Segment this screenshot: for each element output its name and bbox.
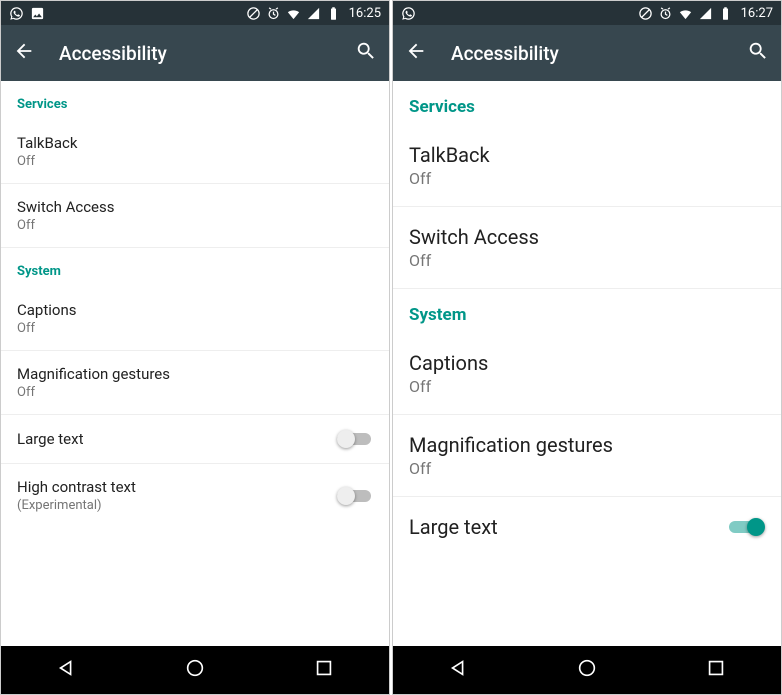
- search-icon[interactable]: [747, 40, 769, 66]
- item-captions[interactable]: Captions Off: [393, 333, 781, 415]
- item-title: Captions: [409, 351, 765, 375]
- app-bar: Accessibility: [1, 25, 389, 81]
- status-clock: 16:25: [349, 6, 381, 21]
- search-icon[interactable]: [355, 40, 377, 66]
- no-sim-icon: [246, 6, 261, 21]
- status-clock: 16:27: [741, 6, 773, 21]
- status-bar: 16:25: [1, 1, 389, 25]
- battery-icon: [326, 6, 341, 21]
- toggle-large-text[interactable]: [337, 429, 373, 449]
- nav-home-icon[interactable]: [184, 657, 206, 683]
- wifi-icon: [678, 6, 693, 21]
- image-icon: [30, 6, 45, 21]
- item-title: TalkBack: [17, 134, 373, 152]
- nav-bar: [393, 646, 781, 694]
- item-title: Switch Access: [17, 198, 373, 216]
- item-subtitle: Off: [17, 321, 373, 336]
- nav-back-icon[interactable]: [447, 657, 469, 683]
- phone-left: 16:25 Accessibility Services TalkBack Of…: [0, 0, 390, 695]
- battery-icon: [718, 6, 733, 21]
- whatsapp-icon: [401, 6, 416, 21]
- phone-right: 16:27 Accessibility Services TalkBack Of…: [392, 0, 782, 695]
- app-bar: Accessibility: [393, 25, 781, 81]
- wifi-icon: [286, 6, 301, 21]
- item-subtitle: Off: [409, 169, 765, 188]
- alarm-icon: [658, 6, 673, 21]
- toggle-high-contrast[interactable]: [337, 486, 373, 506]
- item-title: Magnification gestures: [409, 433, 765, 457]
- nav-back-icon[interactable]: [55, 657, 77, 683]
- item-high-contrast[interactable]: High contrast text (Experimental): [1, 464, 389, 527]
- item-title: Large text: [17, 430, 337, 448]
- page-title: Accessibility: [59, 42, 167, 65]
- item-talkback[interactable]: TalkBack Off: [1, 120, 389, 184]
- item-subtitle: Off: [409, 377, 765, 396]
- item-subtitle: Off: [409, 459, 765, 478]
- signal-icon: [698, 6, 713, 21]
- item-magnification[interactable]: Magnification gestures Off: [393, 415, 781, 497]
- nav-recent-icon[interactable]: [705, 657, 727, 683]
- item-magnification[interactable]: Magnification gestures Off: [1, 351, 389, 415]
- item-title: Large text: [409, 515, 729, 539]
- settings-list: Services TalkBack Off Switch Access Off …: [393, 81, 781, 646]
- settings-list: Services TalkBack Off Switch Access Off …: [1, 81, 389, 646]
- item-subtitle: (Experimental): [17, 498, 337, 513]
- section-header-services: Services: [393, 81, 781, 125]
- item-large-text[interactable]: Large text: [1, 415, 389, 464]
- toggle-large-text[interactable]: [729, 517, 765, 537]
- section-header-system: System: [1, 248, 389, 287]
- item-title: High contrast text: [17, 478, 337, 496]
- item-switch-access[interactable]: Switch Access Off: [393, 207, 781, 289]
- nav-bar: [1, 646, 389, 694]
- item-captions[interactable]: Captions Off: [1, 287, 389, 351]
- item-talkback[interactable]: TalkBack Off: [393, 125, 781, 207]
- nav-recent-icon[interactable]: [313, 657, 335, 683]
- alarm-icon: [266, 6, 281, 21]
- back-icon[interactable]: [405, 40, 427, 66]
- nav-home-icon[interactable]: [576, 657, 598, 683]
- item-title: TalkBack: [409, 143, 765, 167]
- item-subtitle: Off: [17, 385, 373, 400]
- back-icon[interactable]: [13, 40, 35, 66]
- page-title: Accessibility: [451, 42, 559, 65]
- item-title: Magnification gestures: [17, 365, 373, 383]
- status-bar: 16:27: [393, 1, 781, 25]
- item-subtitle: Off: [17, 218, 373, 233]
- item-switch-access[interactable]: Switch Access Off: [1, 184, 389, 248]
- section-header-system: System: [393, 289, 781, 333]
- item-title: Captions: [17, 301, 373, 319]
- section-header-services: Services: [1, 81, 389, 120]
- whatsapp-icon: [9, 6, 24, 21]
- no-sim-icon: [638, 6, 653, 21]
- item-subtitle: Off: [17, 154, 373, 169]
- item-large-text[interactable]: Large text: [393, 497, 781, 557]
- item-title: Switch Access: [409, 225, 765, 249]
- signal-icon: [306, 6, 321, 21]
- item-subtitle: Off: [409, 251, 765, 270]
